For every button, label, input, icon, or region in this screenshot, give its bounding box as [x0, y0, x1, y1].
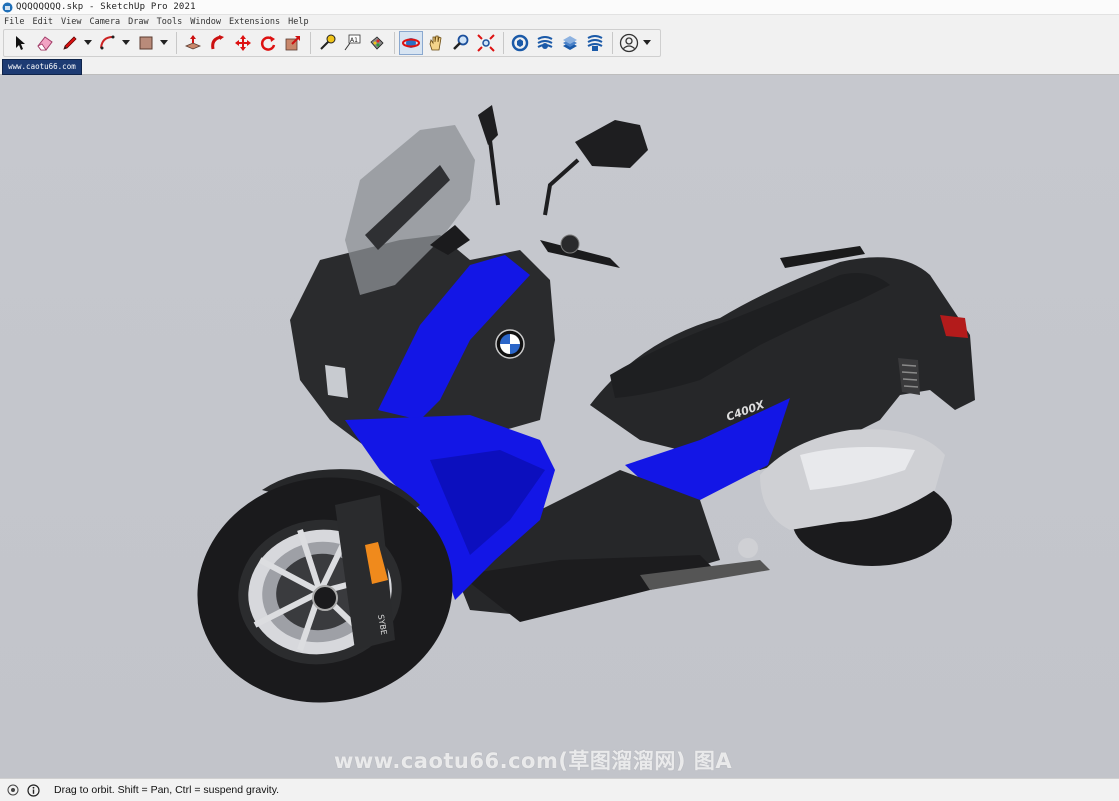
menu-bar: File Edit View Camera Draw Tools Window … [0, 15, 1119, 28]
site-watermark: www.caotu66.com(草图溜溜网) 图A [334, 749, 733, 773]
paint-bucket-tool-button[interactable] [365, 31, 389, 55]
rectangle-icon [139, 36, 153, 50]
extension-manager-button[interactable] [583, 31, 607, 55]
zoom-icon [453, 34, 469, 50]
follow-me-tool-button[interactable] [206, 31, 230, 55]
menu-window[interactable]: Window [186, 17, 225, 27]
paint-bucket-icon [370, 36, 384, 50]
chevron-down-icon [643, 40, 651, 45]
title-bar: QQQQQQQQ.skp - SketchUp Pro 2021 [0, 0, 1119, 15]
select-tool-button[interactable] [8, 31, 32, 55]
menu-draw[interactable]: Draw [124, 17, 152, 27]
arc-dropdown[interactable] [121, 31, 131, 55]
account-button[interactable] [617, 31, 641, 55]
text-icon: A1 [344, 34, 361, 51]
zoom-extents-tool-button[interactable] [474, 31, 498, 55]
svg-text:A1: A1 [350, 37, 358, 44]
extension-warehouse-icon [537, 36, 553, 49]
layout-icon [563, 36, 577, 50]
rotate-tool-button[interactable] [256, 31, 280, 55]
toolbar-group: A1 [3, 29, 661, 57]
follow-me-icon [211, 35, 224, 50]
scene-tab-strip: www.caotu66.com [0, 58, 1119, 75]
tape-measure-icon [320, 34, 336, 50]
status-message: Drag to orbit. Shift = Pan, Ctrl = suspe… [54, 784, 280, 796]
arc-tool-button[interactable] [96, 31, 120, 55]
scooter-model: C400X SYBE [197, 105, 975, 703]
rotate-icon [260, 36, 276, 51]
account-dropdown[interactable] [642, 31, 652, 55]
toolbar-separator [394, 32, 395, 54]
layout-button[interactable] [558, 31, 582, 55]
push-pull-icon [184, 35, 202, 50]
menu-edit[interactable]: Edit [28, 17, 56, 27]
user-account-icon [619, 33, 639, 53]
geolocation-icon[interactable] [6, 783, 20, 797]
pan-tool-button[interactable] [424, 31, 448, 55]
pencil-tool-button[interactable] [58, 31, 82, 55]
arrow-cursor-icon [16, 36, 25, 50]
move-icon [235, 35, 251, 51]
zoom-tool-button[interactable] [449, 31, 473, 55]
scale-icon [285, 36, 300, 51]
eraser-icon [37, 36, 53, 51]
text-tool-button[interactable]: A1 [340, 31, 364, 55]
pencil-dropdown[interactable] [83, 31, 93, 55]
window-title: QQQQQQQQ.skp - SketchUp Pro 2021 [16, 2, 196, 12]
pencil-icon [63, 36, 77, 50]
scale-tool-button[interactable] [281, 31, 305, 55]
info-icon[interactable] [26, 783, 40, 797]
hand-icon [429, 35, 442, 51]
eraser-tool-button[interactable] [33, 31, 57, 55]
orbit-icon [402, 38, 420, 48]
warehouse-icon [511, 34, 529, 52]
extension-warehouse-button[interactable] [533, 31, 557, 55]
menu-view[interactable]: View [57, 17, 85, 27]
arc-icon [100, 35, 115, 50]
zoom-extents-icon [477, 34, 495, 52]
scene-tab[interactable]: www.caotu66.com [2, 59, 82, 75]
menu-help[interactable]: Help [284, 17, 312, 27]
toolbar-separator [503, 32, 504, 54]
orbit-tool-button[interactable] [399, 31, 423, 55]
status-bar: Drag to orbit. Shift = Pan, Ctrl = suspe… [0, 778, 1119, 801]
tape-measure-tool-button[interactable] [315, 31, 339, 55]
menu-tools[interactable]: Tools [153, 17, 187, 27]
menu-camera[interactable]: Camera [85, 17, 124, 27]
3d-warehouse-button[interactable] [508, 31, 532, 55]
chevron-down-icon [122, 40, 130, 45]
extension-manager-icon [587, 35, 603, 51]
chevron-down-icon [84, 40, 92, 45]
model-viewport[interactable]: C400X SYBE [0, 75, 1119, 778]
push-pull-tool-button[interactable] [181, 31, 205, 55]
menu-file[interactable]: File [0, 17, 28, 27]
toolbar-separator [176, 32, 177, 54]
move-tool-button[interactable] [231, 31, 255, 55]
toolbar-separator [612, 32, 613, 54]
menu-extensions[interactable]: Extensions [225, 17, 284, 27]
sketchup-logo-icon [2, 2, 13, 12]
rectangle-tool-button[interactable] [134, 31, 158, 55]
chevron-down-icon [160, 40, 168, 45]
rectangle-dropdown[interactable] [159, 31, 169, 55]
getting-started-toolbar: A1 [0, 28, 1119, 58]
toolbar-separator [310, 32, 311, 54]
